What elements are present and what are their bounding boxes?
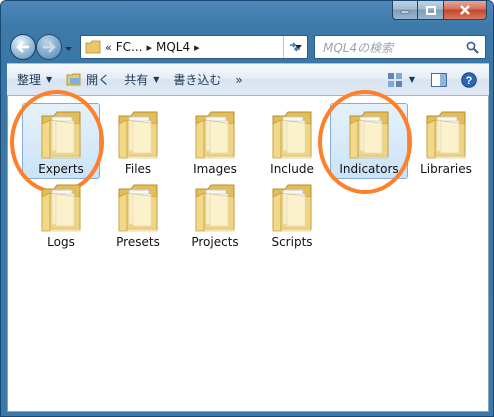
close-icon (460, 5, 470, 15)
folder-label: Projects (191, 235, 239, 249)
refresh-icon (289, 42, 300, 52)
search-input[interactable]: MQL4の検索 (323, 39, 393, 56)
folder-item-presets[interactable]: Presets (99, 176, 177, 252)
folder-item-projects[interactable]: Projects (176, 176, 254, 252)
folder-icon (41, 111, 81, 159)
folder-label: Experts (38, 162, 84, 176)
folder-icon (41, 184, 81, 232)
breadcrumb-arrow-icon[interactable]: ▸ (194, 41, 200, 54)
open-button[interactable]: 開く (59, 64, 117, 95)
minimize-icon (400, 10, 410, 14)
open-label: 開く (86, 73, 111, 87)
minimize-button[interactable] (392, 1, 418, 20)
more-commands-button[interactable]: » (228, 64, 249, 95)
address-bar[interactable]: « FC... ▸ MQL4 ▸ (80, 35, 308, 59)
burn-label: 書き込む (173, 73, 222, 87)
window-frame: « FC... ▸ MQL4 ▸ MQL4の検索 整理 ▼ 開く 共有 ▼ 書き… (0, 0, 494, 417)
breadcrumb-item-mql4[interactable]: MQL4 (156, 40, 190, 54)
folder-item-experts[interactable]: Experts (22, 103, 100, 179)
folder-label: Images (193, 162, 237, 176)
folder-icon (349, 111, 389, 159)
maximize-button[interactable] (418, 1, 444, 20)
search-box[interactable]: MQL4の検索 (314, 35, 486, 59)
share-label: 共有 (124, 73, 149, 87)
folder-label: Presets (116, 235, 160, 249)
folder-icon (85, 40, 101, 54)
share-menu[interactable]: 共有 ▼ (117, 64, 166, 95)
organize-label: 整理 (17, 73, 42, 87)
search-icon[interactable] (466, 41, 479, 54)
folder-label: Logs (47, 235, 75, 249)
folder-label: Indicators (339, 162, 399, 176)
folder-icon (195, 111, 235, 159)
folder-icon (118, 111, 158, 159)
preview-pane-button[interactable] (423, 64, 455, 95)
command-bar-right: ▼ ? (383, 64, 489, 95)
folder-icon (118, 184, 158, 232)
preview-pane-icon (431, 72, 447, 87)
folder-item-libraries[interactable]: Libraries (407, 103, 485, 179)
maximize-icon (425, 5, 436, 15)
breadcrumb-overflow[interactable]: « (105, 41, 112, 54)
help-icon: ? (461, 71, 477, 88)
recent-pages-dropdown[interactable] (64, 42, 73, 56)
file-list-pane[interactable]: Experts Files Images Include Indicators … (7, 90, 489, 412)
view-options-button[interactable] (383, 64, 407, 95)
command-bar: 整理 ▼ 開く 共有 ▼ 書き込む » ▼ ? (7, 63, 489, 96)
folder-item-logs[interactable]: Logs (22, 176, 100, 252)
folder-icon (272, 111, 312, 159)
folder-item-files[interactable]: Files (99, 103, 177, 179)
folder-item-images[interactable]: Images (176, 103, 254, 179)
chevron-down-icon: ▼ (46, 75, 53, 84)
svg-text:?: ? (466, 75, 473, 87)
more-label: » (235, 72, 243, 87)
close-button[interactable] (444, 1, 487, 20)
forward-button[interactable] (36, 34, 62, 60)
organize-menu[interactable]: 整理 ▼ (7, 64, 59, 95)
navigation-row: « FC... ▸ MQL4 ▸ MQL4の検索 (7, 31, 489, 61)
folder-label: Files (124, 162, 152, 176)
folder-label: Include (270, 162, 314, 176)
chevron-down-icon: ▼ (153, 75, 160, 84)
breadcrumb-arrow-icon[interactable]: ▸ (146, 41, 152, 54)
folder-item-indicators[interactable]: Indicators (330, 103, 408, 179)
caption-buttons (392, 1, 487, 21)
burn-button[interactable]: 書き込む (166, 64, 228, 95)
breadcrumb-item-fc[interactable]: FC... (116, 40, 143, 54)
chevron-down-icon (65, 47, 72, 51)
view-grid-icon (387, 72, 402, 87)
open-folder-icon (66, 73, 81, 85)
folder-label: Scripts (271, 235, 313, 249)
folder-icon (195, 184, 235, 232)
folder-item-include[interactable]: Include (253, 103, 331, 179)
help-button[interactable]: ? (455, 64, 489, 95)
folder-label: Libraries (420, 162, 472, 176)
back-arrow-icon (16, 41, 29, 53)
folder-icon (272, 184, 312, 232)
chevron-down-icon: ▼ (408, 75, 415, 84)
forward-arrow-icon (43, 41, 56, 53)
refresh-button[interactable] (283, 36, 305, 58)
folder-item-scripts[interactable]: Scripts (253, 176, 331, 252)
view-dropdown[interactable]: ▼ (407, 64, 423, 95)
folder-icon (426, 111, 466, 159)
back-button[interactable] (10, 34, 36, 60)
